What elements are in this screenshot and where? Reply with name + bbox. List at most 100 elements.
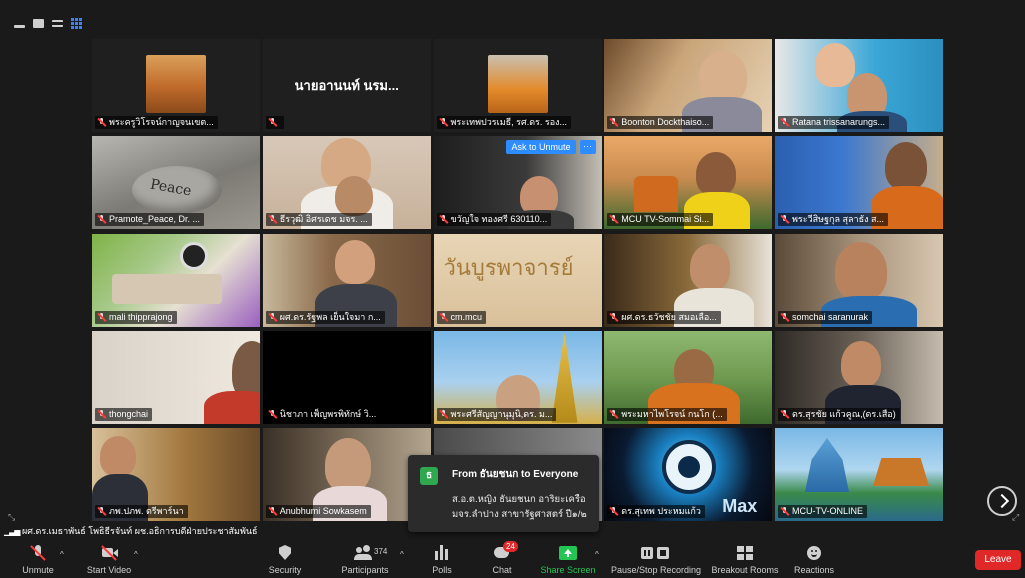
participant-video bbox=[885, 142, 927, 191]
participant-video bbox=[696, 152, 737, 197]
audio-options-caret-icon[interactable]: ^ bbox=[60, 550, 64, 559]
participant-tile[interactable]: MCU TV-Sommai Si... bbox=[603, 135, 774, 231]
participant-tile[interactable]: ผศ.ดร.รัฐพล เย็นใจมา ก... bbox=[261, 232, 432, 328]
participant-tile[interactable]: Anubhumi Sowkasem bbox=[261, 427, 432, 522]
mic-muted-icon bbox=[609, 312, 618, 322]
profile-photo bbox=[146, 55, 206, 113]
security-label: Security bbox=[268, 565, 302, 575]
mic-muted-icon bbox=[609, 409, 618, 419]
participant-video bbox=[100, 436, 136, 476]
share-screen-button[interactable]: Share Screen bbox=[540, 540, 596, 578]
mic-muted-icon bbox=[439, 215, 448, 224]
record-button[interactable]: Pause/Stop Recording bbox=[611, 540, 701, 578]
video-options-caret-icon[interactable]: ^ bbox=[134, 550, 138, 559]
participant-tile[interactable]: somchai saranurak bbox=[774, 232, 944, 328]
participant-name: ธีรวุฒิ อิศรเดช มจร. ... bbox=[279, 214, 368, 225]
polls-label: Polls bbox=[432, 565, 452, 575]
share-options-caret-icon[interactable]: ^ bbox=[595, 550, 599, 559]
participant-label: ภพ.ปภพ. ตรีพาร์นา bbox=[95, 505, 188, 518]
participant-tile[interactable]: MCU-TV-ONLINE bbox=[774, 427, 944, 522]
chat-bubble-icon: 24 bbox=[493, 541, 518, 561]
resize-handle-icon[interactable]: ⤡ bbox=[8, 512, 15, 523]
polls-button[interactable]: Polls bbox=[428, 540, 456, 578]
participant-label: พระครูวิโรจน์กาญจนเขต... bbox=[95, 116, 218, 129]
chat-notification[interactable]: ธ From ธันยชนก to Everyone ส.อ.ต.หญิง ธั… bbox=[408, 455, 599, 532]
meeting-toolbar: Unmute ^ Start Video ^ Security 374 Part… bbox=[0, 540, 1025, 578]
participant-name: ขวัญใจ ทองศรี 630110... bbox=[450, 214, 548, 225]
participant-label: cm.mcu bbox=[436, 310, 486, 324]
reactions-label: Reactions bbox=[793, 565, 835, 575]
mic-muted-icon bbox=[439, 312, 448, 322]
participant-name: ดร.สุเทพ ประหมแก้ว bbox=[621, 506, 701, 516]
participant-name: พระศรีสัญญานุมุนิ,ดร. ม... bbox=[450, 408, 553, 419]
security-button[interactable]: Security bbox=[266, 540, 304, 578]
signal-bars-icon: ▁▃▅ bbox=[4, 527, 21, 536]
participant-tile[interactable]: thongchai bbox=[91, 329, 261, 425]
participant-tile[interactable]: พระเทพปวรเมธี, รศ.ดร. รอง... bbox=[432, 38, 603, 133]
mic-muted-icon bbox=[780, 507, 789, 516]
participant-tile[interactable]: ผศ.ดร.ธวัชชัย สมอเลือ... bbox=[603, 232, 774, 328]
temple-hall bbox=[873, 458, 929, 486]
participant-tile[interactable]: ธีรวุฒิ อิศรเดช มจร. ... bbox=[261, 135, 432, 231]
participants-caret-icon[interactable]: ^ bbox=[400, 550, 404, 559]
ask-to-unmute-button[interactable]: Ask to Unmute bbox=[506, 140, 576, 155]
participant-name: พระเทพปวรเมธี, รศ.ดร. รอง... bbox=[450, 117, 568, 127]
participant-tile[interactable]: พระศรีสัญญานุมุนิ,ดร. ม... bbox=[432, 329, 603, 425]
hide-self-view-icon[interactable] bbox=[52, 20, 63, 27]
video-off-icon bbox=[100, 545, 118, 561]
participant-tile[interactable]: mali thipprajong bbox=[91, 232, 261, 328]
polls-icon bbox=[433, 545, 451, 561]
participant-tile[interactable]: Ratana trissanarungs... bbox=[774, 38, 944, 133]
mic-muted-icon bbox=[97, 215, 106, 224]
participant-tile[interactable]: วันบูรพาจารย์ cm.mcu bbox=[432, 232, 603, 328]
participant-label: mali thipprajong bbox=[95, 310, 177, 324]
gallery-view-icon[interactable] bbox=[71, 18, 82, 29]
participant-tile[interactable]: นายอานนท์ นรม... bbox=[261, 38, 432, 133]
mic-muted-icon bbox=[268, 118, 277, 127]
unmute-button[interactable]: Unmute bbox=[20, 540, 56, 578]
temple-building bbox=[805, 438, 849, 492]
participant-tile[interactable]: พระมหาไพโรจน์ กนโก (... bbox=[603, 329, 774, 425]
participant-name: Boonton Dockthaiso... bbox=[621, 117, 710, 127]
chat-sender-line: From ธันยชนก to Everyone bbox=[452, 469, 579, 480]
participant-tile[interactable]: พระวีสิษฐกุล สุลาธัง ส... bbox=[774, 135, 944, 231]
participant-tile[interactable]: Peace Pramote_Peace, Dr. ... bbox=[91, 135, 261, 231]
participant-tile[interactable]: Ask to Unmute ··· ขวัญใจ ทองศรี 630110..… bbox=[432, 135, 603, 231]
participant-name: Ratana trissanarungs... bbox=[792, 117, 886, 127]
chat-button[interactable]: 24 Chat bbox=[488, 540, 518, 578]
share-screen-label: Share Screen bbox=[540, 565, 596, 575]
active-speaker-bar: ▁▃▅ ผศ.ดร.เมธาพันธ์ โพธิธีรจันท์ ผช.อธิก… bbox=[0, 524, 290, 538]
participant-label: พระศรีสัญญานุมุนิ,ดร. ม... bbox=[436, 407, 557, 421]
participant-video bbox=[699, 51, 748, 103]
participants-button[interactable]: 374 Participants bbox=[340, 540, 390, 578]
mic-muted-icon bbox=[780, 118, 789, 127]
participant-name: ดร.สุรชัย แก้วคูณ,(ดร.เสือ) bbox=[792, 408, 896, 419]
breakout-rooms-button[interactable]: Breakout Rooms bbox=[711, 540, 779, 578]
participant-label: ผศ.ดร.รัฐพล เย็นใจมา ก... bbox=[265, 310, 385, 324]
participant-tile[interactable]: ดร.สุรชัย แก้วคูณ,(ดร.เสือ) bbox=[774, 329, 944, 425]
participant-label: MCU TV-Sommai Si... bbox=[607, 213, 714, 227]
participant-name: ภพ.ปภพ. ตรีพาร์นา bbox=[109, 506, 184, 516]
monks-background bbox=[634, 176, 679, 213]
mic-muted-icon bbox=[97, 312, 106, 322]
participant-name: พระมหาไพโรจน์ กนโก (... bbox=[621, 408, 723, 419]
participant-label: พระวีสิษฐกุล สุลาธัง ส... bbox=[778, 213, 888, 227]
participant-tile[interactable]: Max ดร.สุเทพ ประหมแก้ว bbox=[603, 427, 774, 522]
participant-tile[interactable]: Boonton Dockthaiso... bbox=[603, 38, 774, 133]
window-icon[interactable] bbox=[33, 19, 44, 28]
minimize-icon[interactable] bbox=[14, 25, 25, 28]
participant-tile[interactable]: พระครูวิโรจน์กาญจนเขต... bbox=[91, 38, 261, 133]
resize-handle-icon[interactable]: ⤢ bbox=[1012, 512, 1019, 523]
reactions-button[interactable]: Reactions bbox=[794, 540, 834, 578]
profile-photo bbox=[487, 55, 548, 113]
participant-name: นิชาภา เพ็ญพรพิทักษ์ วิ... bbox=[279, 408, 377, 419]
participant-name: thongchai bbox=[109, 408, 149, 419]
chat-message-text: ส.อ.ต.หญิง ธันยชนก อาริยะเครือ มจร.ลำปาง… bbox=[452, 494, 587, 520]
participant-tile[interactable]: นิชาภา เพ็ญพรพิทักษ์ วิ... bbox=[261, 329, 432, 425]
banner-text: วันบูรพาจารย์ bbox=[443, 255, 574, 281]
more-options-button[interactable]: ··· bbox=[579, 140, 596, 155]
participant-tile[interactable]: ภพ.ปภพ. ตรีพาร์นา bbox=[91, 427, 261, 522]
start-video-button[interactable]: Start Video bbox=[84, 540, 134, 578]
leave-button[interactable]: Leave bbox=[975, 550, 1021, 570]
view-controls bbox=[14, 18, 82, 29]
